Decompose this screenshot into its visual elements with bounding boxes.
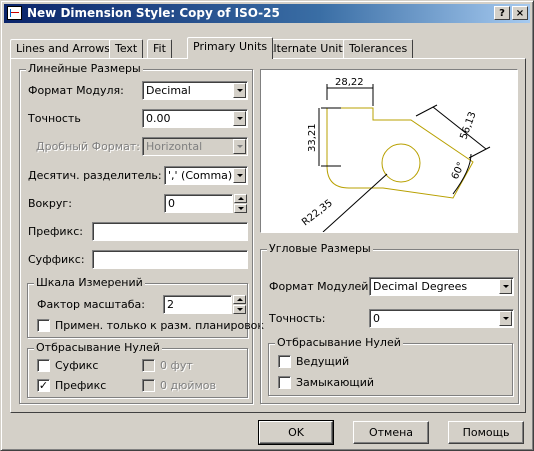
prefix-zero-label: Префикс — [55, 379, 107, 392]
linear-dimensions-title: Линейные Размеры — [26, 62, 143, 75]
angular-dimensions-title: Угловые Размеры — [267, 242, 373, 255]
autocad-app-icon — [7, 6, 22, 20]
measurement-scale-group: Шкала Измерений Фактор масштаба: 2 Приме… — [27, 276, 264, 338]
round-off-label: Вокруг: — [28, 197, 72, 210]
zero-suppression-title: Отбрасывание Нулей — [34, 341, 162, 354]
angular-zero-suppression-group: Отбрасывание Нулей Ведущий Замыкающий — [268, 336, 513, 396]
angular-dimensions-group: Угловые Размеры Формат Модулей: Decimal … — [260, 242, 519, 404]
close-title-button[interactable]: × — [512, 6, 528, 20]
scale-factor-input[interactable]: 2 — [163, 295, 232, 314]
angular-format-label: Формат Модулей: — [269, 280, 373, 293]
round-off-input[interactable]: 0 — [164, 194, 233, 213]
spin-up-icon[interactable] — [233, 295, 246, 304]
measurement-scale-title: Шкала Измерений — [34, 276, 145, 289]
apply-layout-checkbox[interactable] — [37, 319, 50, 332]
chevron-down-icon — [233, 168, 246, 183]
chevron-down-icon — [233, 139, 246, 154]
prefix-label: Префикс: — [28, 225, 83, 238]
inches-zero-label: 0 дюймов — [160, 379, 217, 392]
apply-layout-label: Примен. только к разм. планировок — [55, 319, 265, 332]
dimension-style-dialog: New Dimension Style: Copy of ISO-25 ? × … — [0, 0, 534, 451]
feet-zero-label: 0 фут — [160, 359, 193, 372]
help-button[interactable]: Помощь — [448, 421, 524, 444]
spin-up-icon[interactable] — [234, 194, 247, 203]
tab-tolerances[interactable]: Tolerances — [343, 39, 414, 58]
zero-suppression-group: Отбрасывание Нулей Суфикс 0 фут ✓ Префик… — [27, 341, 248, 398]
dim-radius-text: R22,35 — [300, 198, 335, 229]
chevron-down-icon — [499, 311, 512, 326]
feet-zero-checkbox[interactable] — [142, 359, 155, 372]
leading-zero-checkbox[interactable] — [278, 355, 291, 368]
preview-drawing: 28,22 33,21 56,13 60° R22,35 — [300, 77, 491, 233]
tab-alternate-units[interactable]: Alternate Units — [260, 39, 355, 58]
inches-zero-checkbox[interactable] — [142, 379, 155, 392]
spin-down-icon[interactable] — [233, 305, 246, 314]
tab-lines-and-arrows[interactable]: Lines and Arrows — [10, 39, 116, 58]
fraction-format-label: Дробный Формат: — [36, 140, 140, 153]
suffix-label: Суффикс: — [28, 253, 85, 266]
scale-factor-spinner[interactable] — [233, 295, 246, 314]
chevron-down-icon — [233, 83, 246, 98]
trailing-zero-label: Замыкающий — [296, 376, 375, 389]
angular-precision-label: Точность: — [269, 312, 326, 325]
prefix-zero-checkbox[interactable]: ✓ — [37, 379, 50, 392]
scale-factor-label: Фактор масштаба: — [37, 298, 146, 311]
unit-format-select[interactable]: Decimal — [142, 81, 248, 100]
tab-primary-units[interactable]: Primary Units — [187, 37, 274, 59]
tab-text[interactable]: Text — [109, 39, 144, 58]
precision-select[interactable]: 0.00 — [142, 109, 248, 128]
round-off-spinner[interactable] — [234, 194, 247, 213]
window-title: New Dimension Style: Copy of ISO-25 — [27, 6, 280, 20]
suffix-zero-checkbox[interactable] — [37, 359, 50, 372]
fraction-format-select[interactable]: Horizontal — [142, 137, 248, 156]
dim-56-13-text: 56,13 — [458, 110, 478, 141]
spin-down-icon[interactable] — [234, 204, 247, 213]
angular-precision-select[interactable]: 0 — [369, 309, 514, 328]
decimal-separator-label: Десятич. разделитель: — [28, 169, 162, 182]
unit-format-label: Формат Модуля: — [28, 84, 124, 97]
angular-zero-suppression-title: Отбрасывание Нулей — [275, 336, 403, 349]
help-title-button[interactable]: ? — [494, 6, 510, 20]
dim-28-22-text: 28,22 — [335, 77, 364, 88]
dimension-preview: 28,22 33,21 56,13 60° R22,35 — [260, 69, 518, 233]
decimal-separator-select[interactable]: ',' (Comma) — [164, 166, 248, 185]
dim-33-21-text: 33,21 — [307, 123, 318, 152]
tab-panel: Линейные Размеры Формат Модуля: Decimal … — [10, 58, 526, 413]
chevron-down-icon — [233, 111, 246, 126]
precision-label: Точность — [28, 112, 81, 125]
suffix-input[interactable] — [92, 250, 248, 269]
leading-zero-label: Ведущий — [296, 355, 350, 368]
preview-circle-shape — [381, 143, 421, 183]
tab-fit[interactable]: Fit — [147, 39, 172, 58]
linear-dimensions-group: Линейные Размеры Формат Модуля: Decimal … — [19, 62, 264, 404]
suffix-zero-label: Суфикс — [55, 359, 99, 372]
title-bar[interactable]: New Dimension Style: Copy of ISO-25 ? × — [4, 4, 530, 23]
chevron-down-icon — [499, 279, 512, 294]
prefix-input[interactable] — [92, 222, 248, 241]
ok-button[interactable]: OK — [258, 420, 334, 445]
trailing-zero-checkbox[interactable] — [278, 376, 291, 389]
cancel-button[interactable]: Отмена — [353, 421, 429, 444]
angular-format-select[interactable]: Decimal Degrees — [369, 277, 514, 296]
